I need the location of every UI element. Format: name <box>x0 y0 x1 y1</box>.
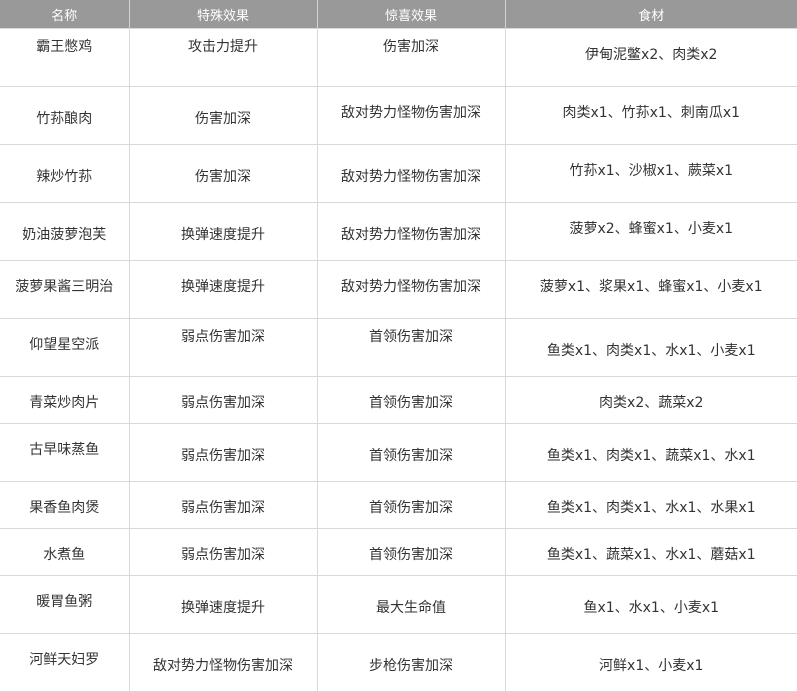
table-header: 名称 特殊效果 惊喜效果 食材 <box>0 0 797 29</box>
cell-bonus: 敌对势力怪物伤害加深 <box>316 202 506 261</box>
cell-bonus: 首领伤害加深 <box>316 318 506 377</box>
cell-name: 菠萝果酱三明治 <box>0 260 130 319</box>
cell-ingredients: 鱼类x1、蔬菜x1、水x1、蘑菇x1 <box>504 528 797 576</box>
table-row: 暖胃鱼粥 换弹速度提升 最大生命值 鱼x1、水x1、小麦x1 <box>0 575 797 634</box>
cell-name: 奶油菠萝泡芙 <box>0 202 130 261</box>
table-row: 古早味蒸鱼 弱点伤害加深 首领伤害加深 鱼类x1、肉类x1、蔬菜x1、水x1 <box>0 423 797 482</box>
table-row: 果香鱼肉煲 弱点伤害加深 首领伤害加深 鱼类x1、肉类x1、水x1、水果x1 <box>0 481 797 529</box>
cell-ingredients: 河鲜x1、小麦x1 <box>504 633 797 692</box>
cell-bonus: 首领伤害加深 <box>316 528 506 576</box>
cell-ingredients: 肉类x1、竹荪x1、刺南瓜x1 <box>504 86 797 145</box>
cell-bonus: 最大生命值 <box>316 575 506 634</box>
header-ingredients: 食材 <box>505 0 797 29</box>
cell-bonus: 首领伤害加深 <box>316 423 506 482</box>
cell-name: 仰望星空派 <box>0 318 130 377</box>
cell-bonus: 敌对势力怪物伤害加深 <box>316 144 506 203</box>
header-row: 名称 特殊效果 惊喜效果 食材 <box>0 0 797 29</box>
cell-name: 霸王憋鸡 <box>0 28 130 87</box>
table-row: 辣炒竹荪 伤害加深 敌对势力怪物伤害加深 竹荪x1、沙椒x1、蕨菜x1 <box>0 144 797 203</box>
table-row: 竹荪酿肉 伤害加深 敌对势力怪物伤害加深 肉类x1、竹荪x1、刺南瓜x1 <box>0 86 797 145</box>
cell-ingredients: 伊甸泥鳖x2、肉类x2 <box>504 28 797 87</box>
cell-effect: 换弹速度提升 <box>128 202 318 261</box>
cell-effect: 弱点伤害加深 <box>128 481 318 529</box>
cell-effect: 换弹速度提升 <box>128 575 318 634</box>
table-row: 霸王憋鸡 攻击力提升 伤害加深 伊甸泥鳖x2、肉类x2 <box>0 28 797 87</box>
cell-effect: 换弹速度提升 <box>128 260 318 319</box>
cell-bonus: 敌对势力怪物伤害加深 <box>316 260 506 319</box>
cell-name: 古早味蒸鱼 <box>0 423 130 482</box>
cell-effect: 弱点伤害加深 <box>128 318 318 377</box>
cell-effect: 弱点伤害加深 <box>128 528 318 576</box>
cell-name: 暖胃鱼粥 <box>0 575 130 634</box>
cell-ingredients: 菠萝x1、浆果x1、蜂蜜x1、小麦x1 <box>504 260 797 319</box>
cell-ingredients: 肉类x2、蔬菜x2 <box>504 376 797 424</box>
cell-bonus: 首领伤害加深 <box>316 481 506 529</box>
cell-ingredients: 菠萝x2、蜂蜜x1、小麦x1 <box>504 202 797 261</box>
cell-bonus: 敌对势力怪物伤害加深 <box>316 86 506 145</box>
table-row: 青菜炒肉片 弱点伤害加深 首领伤害加深 肉类x2、蔬菜x2 <box>0 376 797 424</box>
cell-name: 青菜炒肉片 <box>0 376 130 424</box>
cell-bonus: 首领伤害加深 <box>316 376 506 424</box>
cell-effect: 弱点伤害加深 <box>128 423 318 482</box>
cell-ingredients: 竹荪x1、沙椒x1、蕨菜x1 <box>504 144 797 203</box>
cell-bonus: 伤害加深 <box>316 28 506 87</box>
table-row: 河鲜天妇罗 敌对势力怪物伤害加深 步枪伤害加深 河鲜x1、小麦x1 <box>0 633 797 692</box>
cell-bonus: 步枪伤害加深 <box>316 633 506 692</box>
table-row: 仰望星空派 弱点伤害加深 首领伤害加深 鱼类x1、肉类x1、水x1、小麦x1 <box>0 318 797 377</box>
cell-ingredients: 鱼类x1、肉类x1、蔬菜x1、水x1 <box>504 423 797 482</box>
table-row: 奶油菠萝泡芙 换弹速度提升 敌对势力怪物伤害加深 菠萝x2、蜂蜜x1、小麦x1 <box>0 202 797 261</box>
cell-effect: 伤害加深 <box>128 144 318 203</box>
cell-name: 水煮鱼 <box>0 528 130 576</box>
cell-effect: 伤害加深 <box>128 86 318 145</box>
cell-ingredients: 鱼类x1、肉类x1、水x1、水果x1 <box>504 481 797 529</box>
cell-name: 果香鱼肉煲 <box>0 481 130 529</box>
header-name: 名称 <box>0 0 130 29</box>
cell-effect: 敌对势力怪物伤害加深 <box>128 633 318 692</box>
cell-effect: 弱点伤害加深 <box>128 376 318 424</box>
cell-effect: 攻击力提升 <box>128 28 318 87</box>
header-surprise-effect: 惊喜效果 <box>317 0 506 29</box>
table-row: 菠萝果酱三明治 换弹速度提升 敌对势力怪物伤害加深 菠萝x1、浆果x1、蜂蜜x1… <box>0 260 797 319</box>
recipe-table: 名称 特殊效果 惊喜效果 食材 霸王憋鸡 攻击力提升 伤害加深 伊甸泥鳖x2、肉… <box>0 0 797 692</box>
table-body: 霸王憋鸡 攻击力提升 伤害加深 伊甸泥鳖x2、肉类x2 竹荪酿肉 伤害加深 敌对… <box>0 28 797 692</box>
cell-name: 辣炒竹荪 <box>0 144 130 203</box>
cell-ingredients: 鱼类x1、肉类x1、水x1、小麦x1 <box>504 318 797 377</box>
header-special-effect: 特殊效果 <box>129 0 318 29</box>
cell-name: 竹荪酿肉 <box>0 86 130 145</box>
cell-ingredients: 鱼x1、水x1、小麦x1 <box>504 575 797 634</box>
cell-name: 河鲜天妇罗 <box>0 633 130 692</box>
table-row: 水煮鱼 弱点伤害加深 首领伤害加深 鱼类x1、蔬菜x1、水x1、蘑菇x1 <box>0 528 797 576</box>
